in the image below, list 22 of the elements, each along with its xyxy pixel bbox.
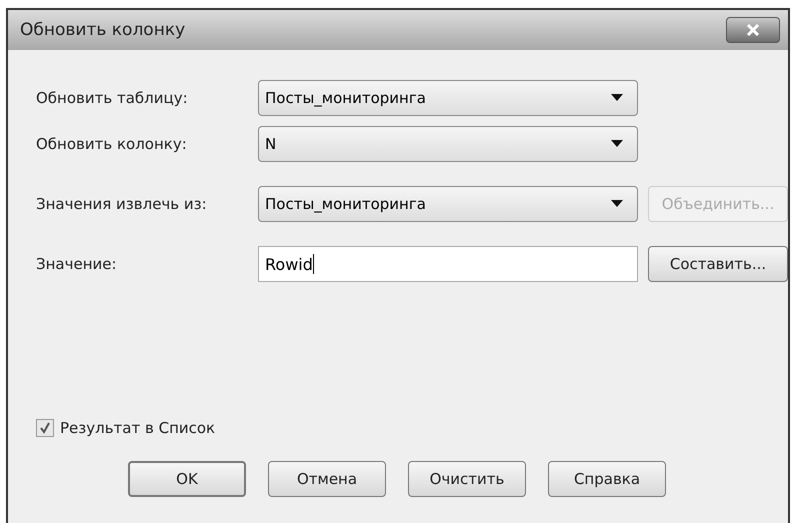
side-button[interactable]: Составить... <box>648 246 788 282</box>
dialog-button[interactable]: Отмена <box>268 461 386 497</box>
check-icon <box>39 422 51 434</box>
dropdown[interactable]: Посты_мониторинга <box>258 80 638 116</box>
field-label: Значение: <box>36 255 118 273</box>
checkbox-label: Результат в Список <box>60 419 216 437</box>
close-icon <box>745 24 761 36</box>
field-label: Обновить колонку: <box>36 135 188 153</box>
input-field[interactable]: Rowid <box>258 246 638 282</box>
dialog-button[interactable]: Очистить <box>408 461 526 497</box>
window-title: Обновить колонку <box>20 20 186 40</box>
dropdown[interactable]: Посты_мониторинга <box>258 186 638 222</box>
caret-icon <box>611 200 623 208</box>
close-button[interactable] <box>726 17 780 43</box>
dialog-button[interactable]: OK <box>128 461 246 497</box>
caret-icon <box>611 94 623 102</box>
caret-icon <box>611 140 623 148</box>
dropdown[interactable]: N <box>258 126 638 162</box>
dialog-button[interactable]: Справка <box>548 461 666 497</box>
field-label: Обновить таблицу: <box>36 89 189 107</box>
field-label: Значения извлечь из: <box>36 195 208 213</box>
checkbox[interactable] <box>36 419 54 437</box>
